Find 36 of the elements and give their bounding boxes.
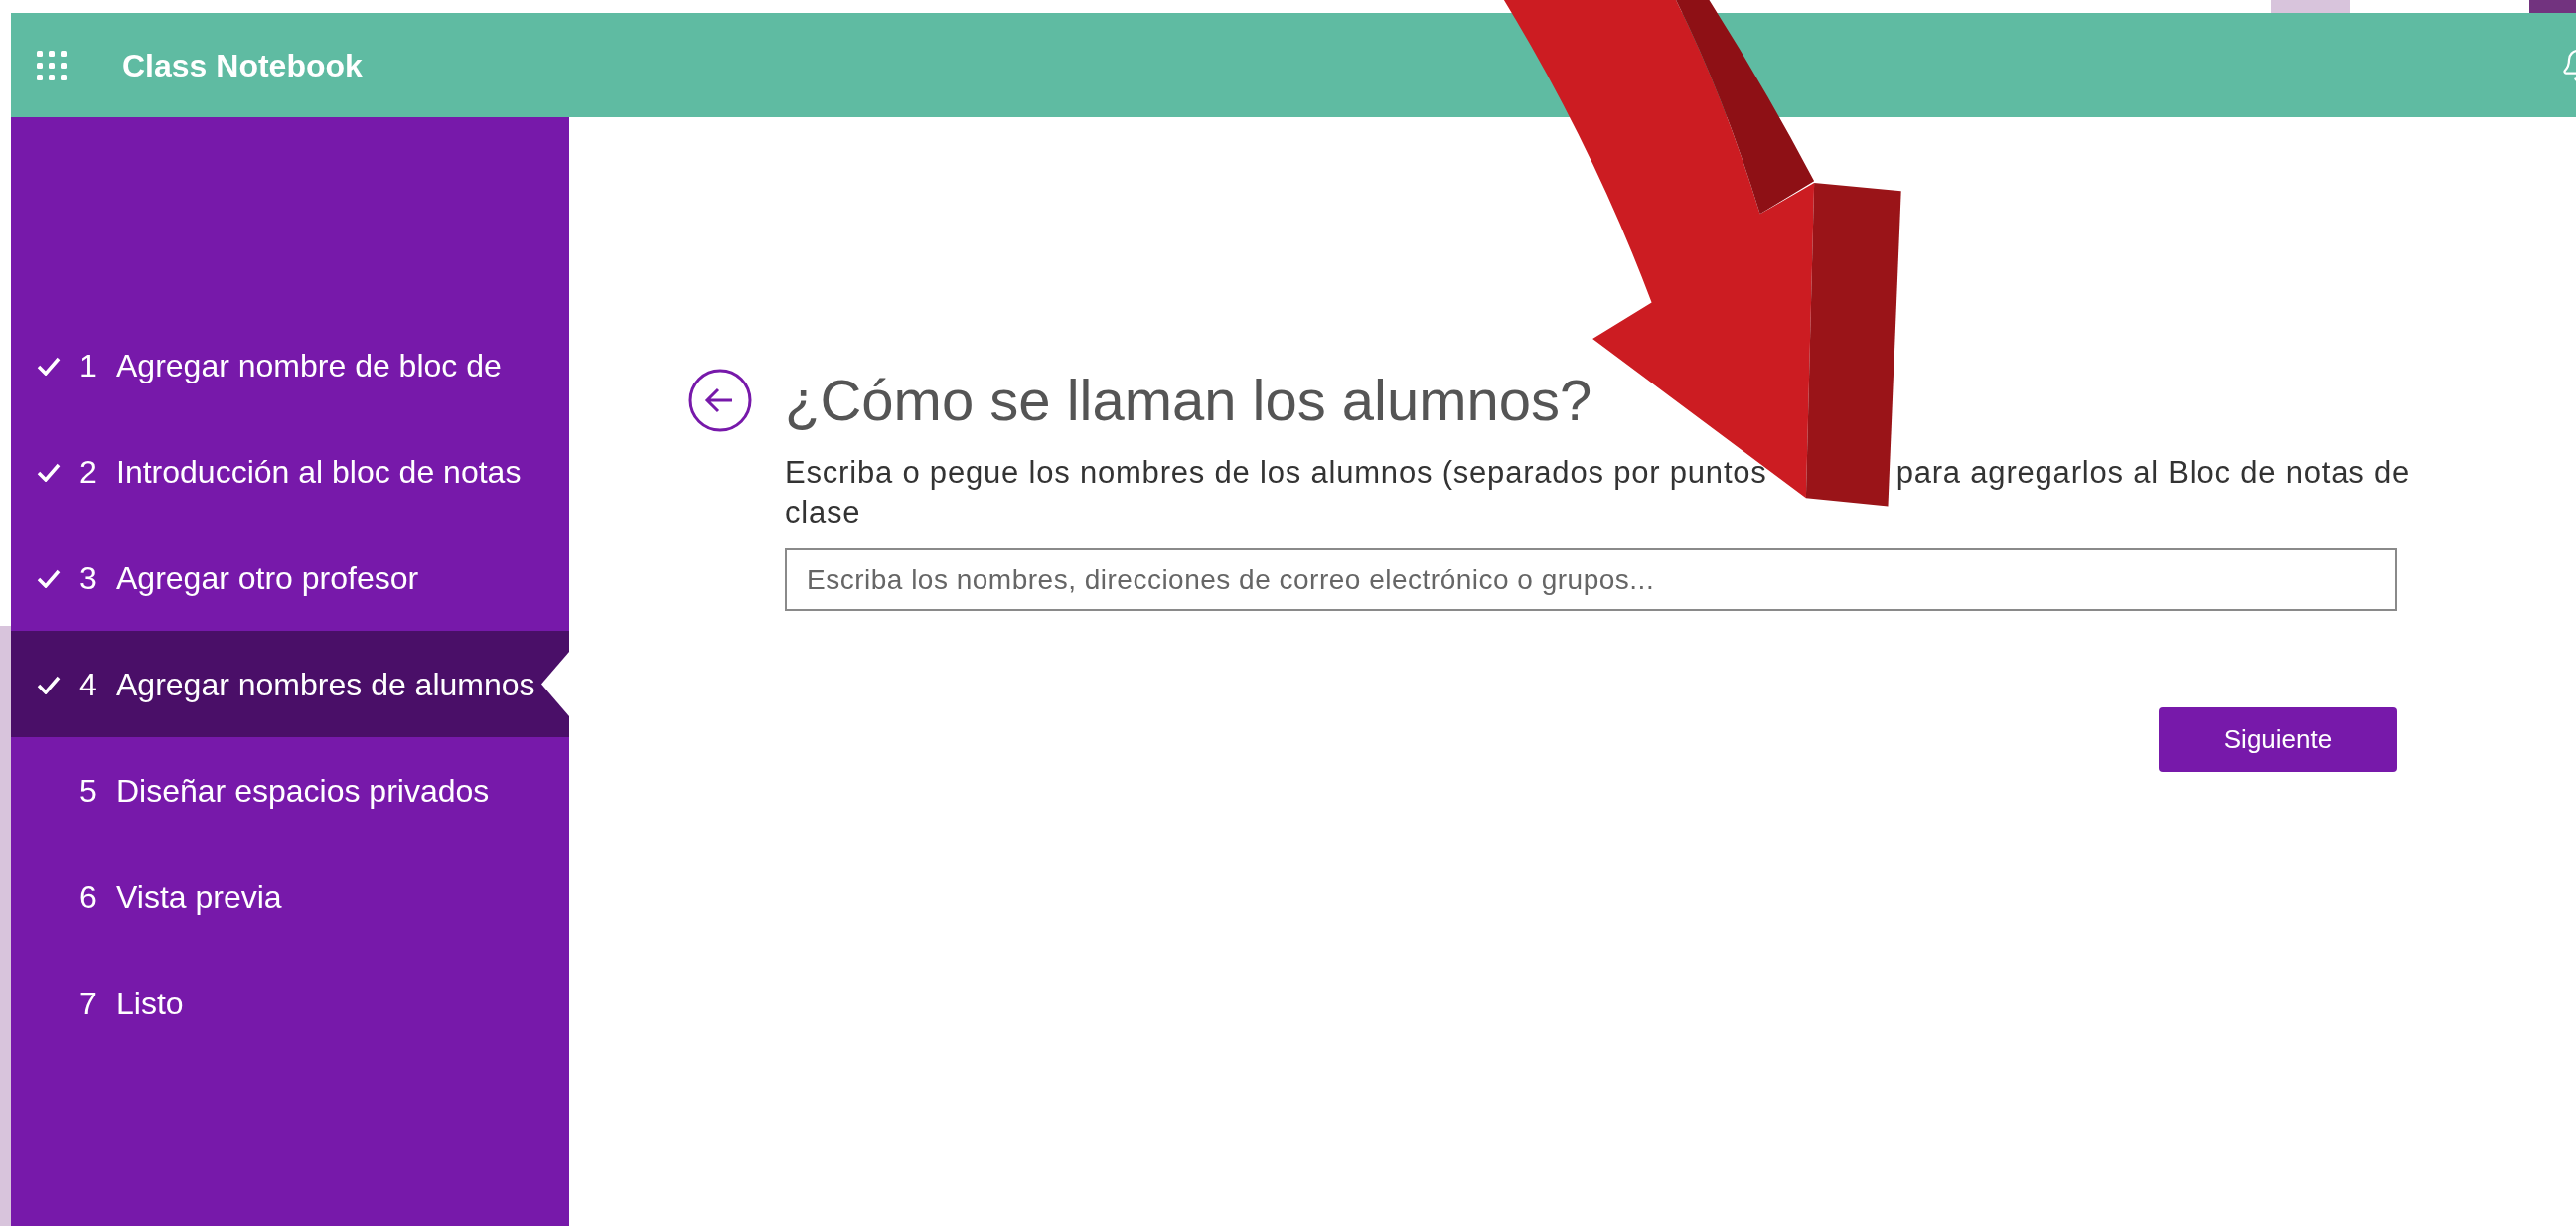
next-button[interactable]: Siguiente <box>2159 707 2397 772</box>
step-label: Vista previa <box>116 877 282 917</box>
step-number: 5 <box>79 771 98 811</box>
checkmark-icon <box>36 461 61 482</box>
checkmark-icon <box>36 674 61 694</box>
back-icon[interactable] <box>687 367 753 433</box>
step-number: 4 <box>79 665 98 704</box>
page-heading: ¿Cómo se llaman los alumnos? <box>785 367 1592 434</box>
step-label: Agregar otro profesor <box>116 558 419 598</box>
checkmark-icon <box>36 567 61 588</box>
step-number: 3 <box>79 558 98 598</box>
step-label: Listo <box>116 984 184 1023</box>
step-item[interactable]: 5 Diseñar espacios privados <box>11 737 569 843</box>
step-label: Agregar nombre de bloc de <box>116 346 502 385</box>
step-item[interactable]: 1 Agregar nombre de bloc de <box>11 312 569 418</box>
checkmark-icon <box>36 355 61 376</box>
step-item[interactable]: 2 Introducción al bloc de notas <box>11 418 569 525</box>
step-item[interactable]: 6 Vista previa <box>11 843 569 950</box>
background-panel <box>2529 0 2576 13</box>
selection-notch-icon <box>541 652 569 716</box>
names-input-field[interactable]: Escriba los nombres, direcciones de correo electrónico o grupos... <box>785 548 2397 611</box>
app-title: Class Notebook <box>122 46 363 85</box>
description-text: clase <box>785 494 861 532</box>
step-number: 6 <box>79 877 98 917</box>
step-item[interactable]: 7 Listo <box>11 950 569 1056</box>
step-item[interactable]: 3 Agregar otro profesor <box>11 525 569 631</box>
step-item[interactable]: 4 Agregar nombres de alumnos <box>11 631 569 737</box>
app-launcher-icon[interactable] <box>37 50 67 80</box>
step-number: 1 <box>79 346 98 385</box>
description-text: Escriba o pegue los nombres de los alumnos (separados por puntos <box>785 454 1767 492</box>
step-label: Diseñar espacios privados <box>116 771 490 811</box>
description-text: para agregarlos al Bloc de notas de <box>1895 454 2411 492</box>
step-label: Introducción al bloc de notas <box>116 452 522 492</box>
step-number: 2 <box>79 452 98 492</box>
step-label: Agregar nombres de alumnos <box>116 665 535 704</box>
step-number: 7 <box>79 984 98 1023</box>
